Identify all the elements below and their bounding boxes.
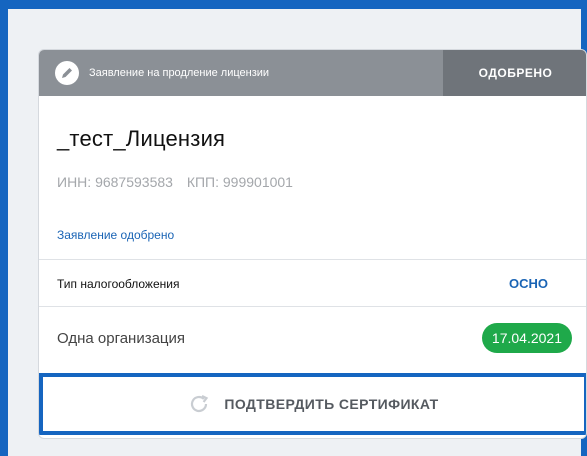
kpp-text: КПП: 999901001 — [186, 174, 293, 190]
divider — [39, 259, 586, 260]
tax-type-value[interactable]: ОСНО — [509, 276, 548, 291]
date-badge: 17.04.2021 — [481, 323, 572, 353]
card-header: Заявление на продление лицензии ОДОБРЕНО — [39, 50, 586, 96]
confirm-certificate-label: ПОДТВЕРДИТЬ СЕРТИФИКАТ — [224, 396, 439, 412]
organization-name: _тест_Лицензия — [57, 126, 226, 151]
header-title: Заявление на продление лицензии — [89, 67, 270, 79]
window-frame: Заявление на продление лицензии ОДОБРЕНО… — [0, 0, 587, 456]
application-approved-link[interactable]: Заявление одобрено — [57, 228, 174, 242]
organization-type: Одна организация — [57, 330, 186, 347]
status-badge: ОДОБРЕНО — [443, 50, 586, 96]
refresh-icon — [191, 395, 209, 413]
divider — [39, 306, 586, 307]
license-card: Заявление на продление лицензии ОДОБРЕНО… — [38, 49, 587, 439]
tax-type-label: Тип налогообложения — [57, 277, 180, 291]
requisites: ИНН: 9687593583 КПП: 999901001 — [57, 174, 303, 190]
confirm-certificate-button[interactable]: ПОДТВЕРДИТЬ СЕРТИФИКАТ — [39, 373, 586, 435]
edit-icon — [55, 61, 79, 85]
inn-text: ИНН: 9687593583 — [57, 174, 173, 190]
